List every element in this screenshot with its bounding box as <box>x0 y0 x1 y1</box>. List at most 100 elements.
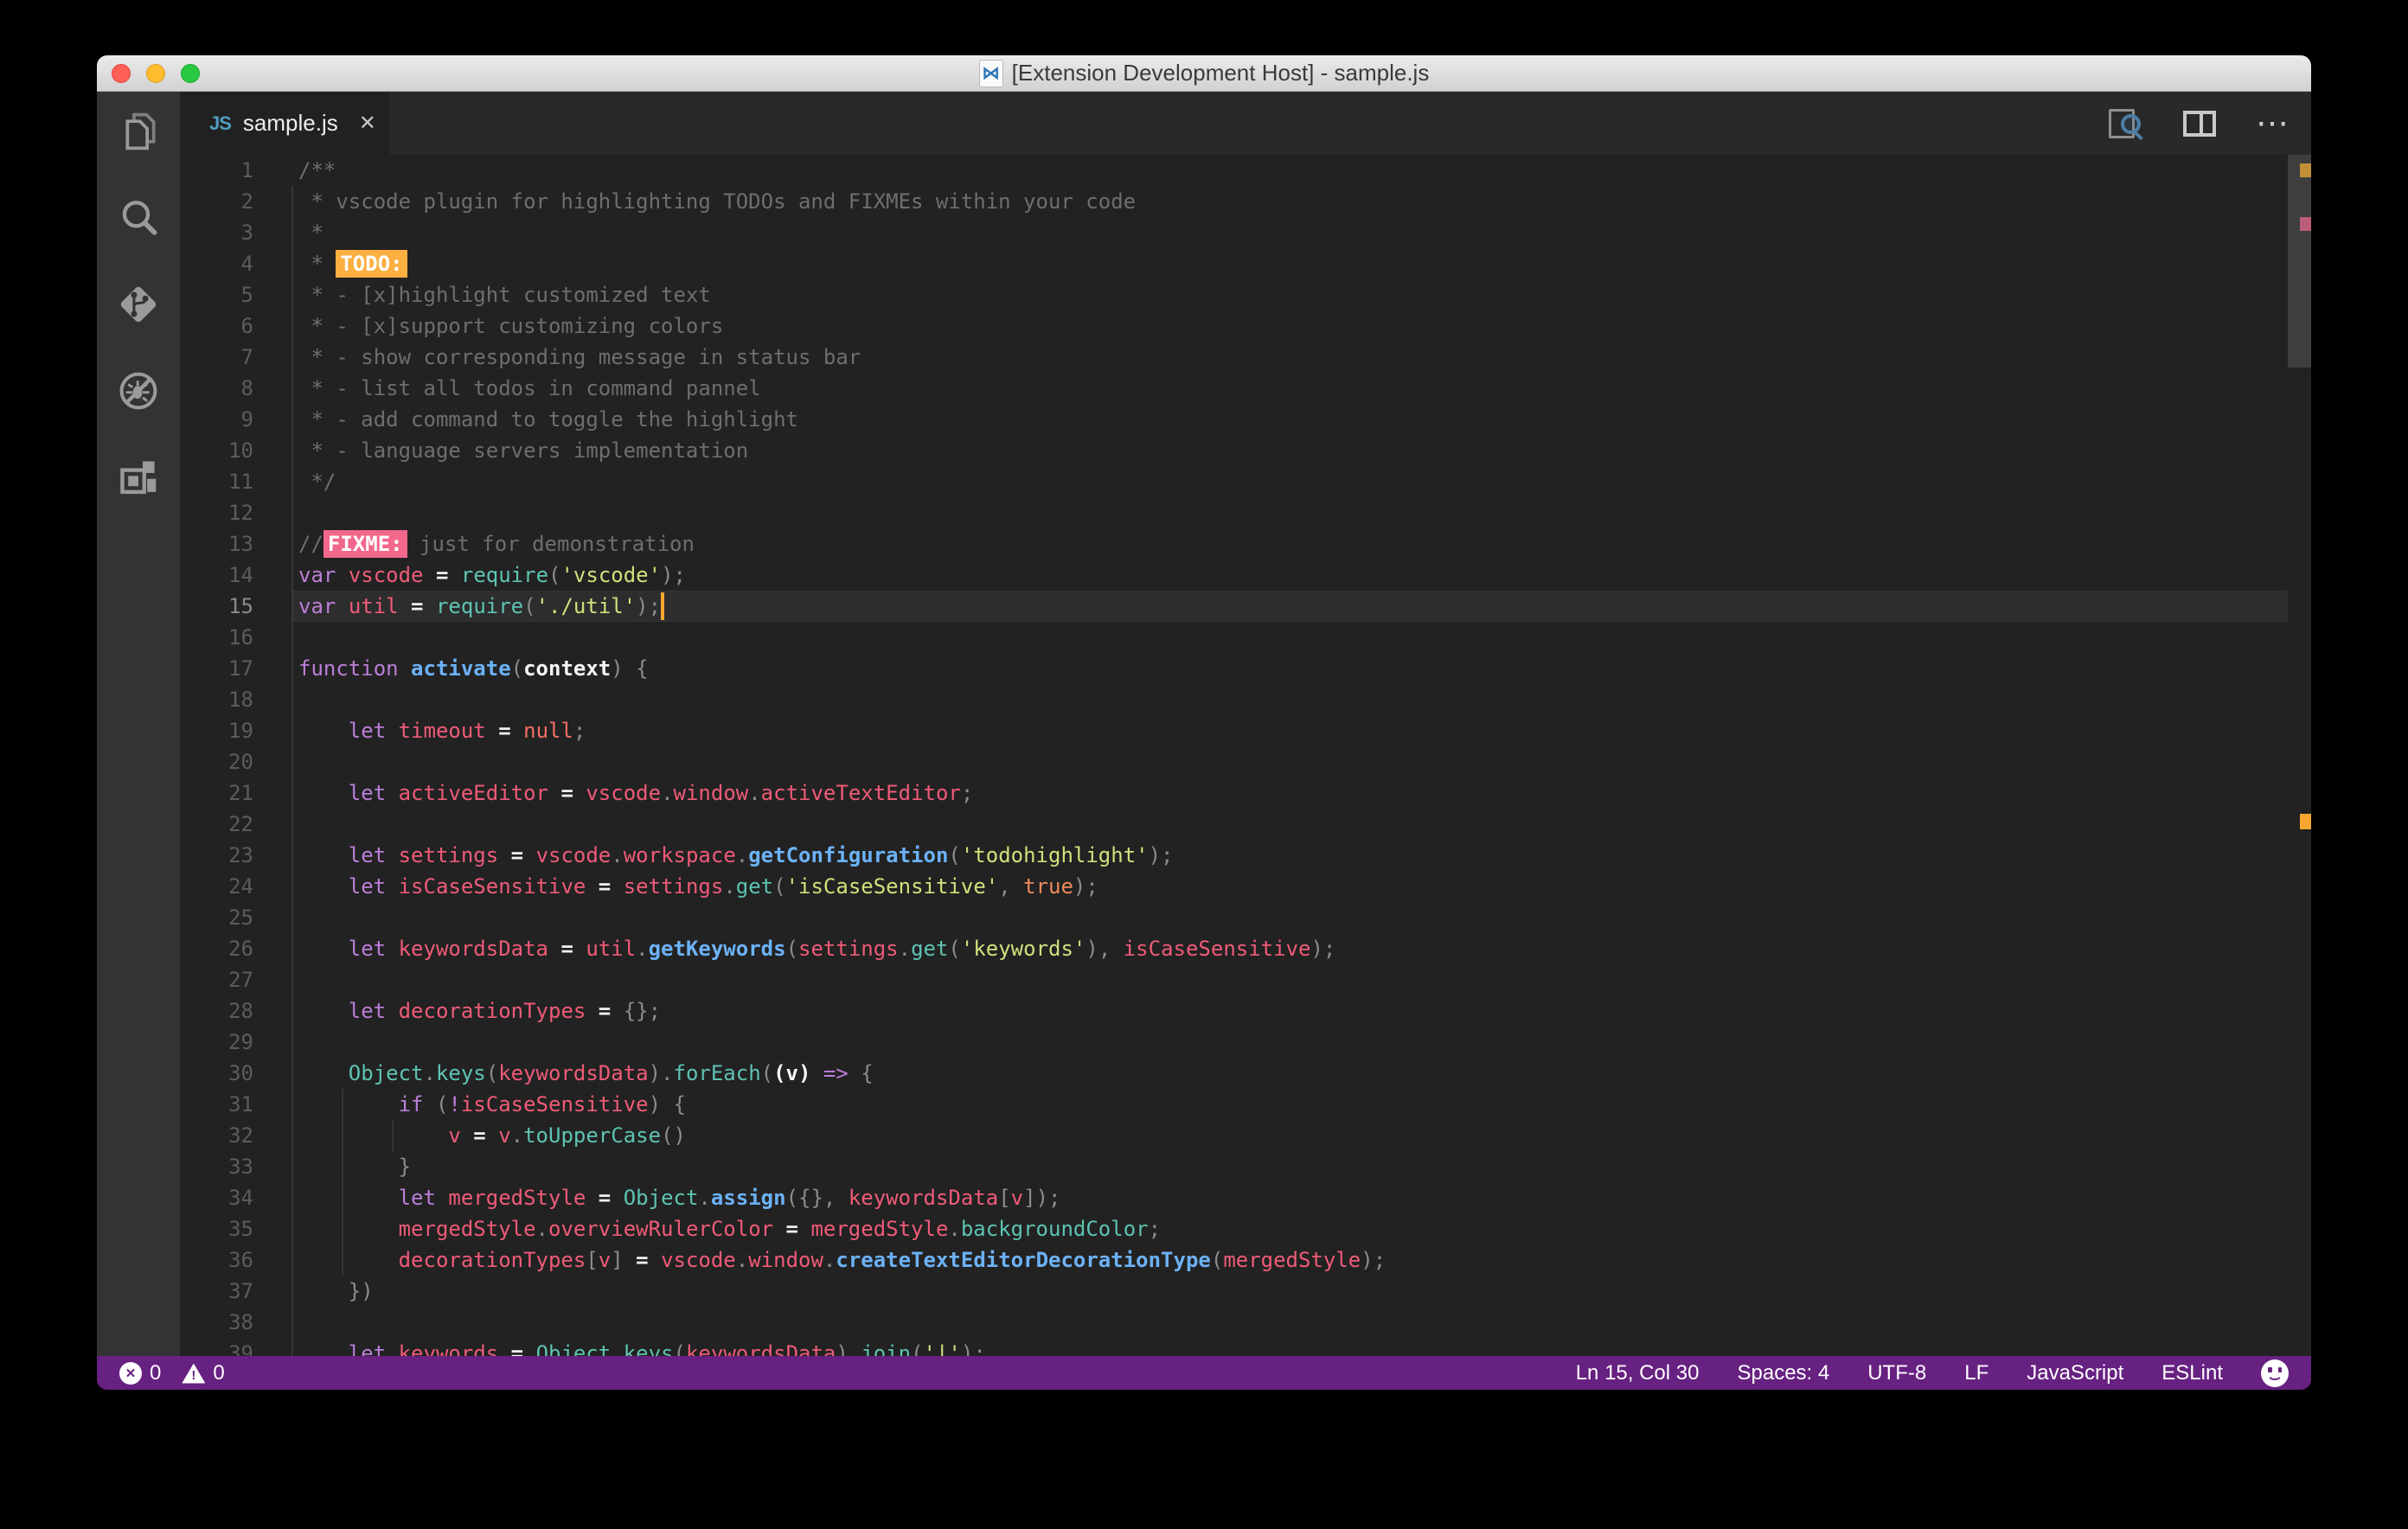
code-line: let timeout = null; <box>348 719 586 743</box>
line-number: 27 <box>228 968 253 992</box>
status-item[interactable]: Spaces: 4 <box>1737 1361 1829 1385</box>
line-number: 2 <box>240 189 253 214</box>
code-line: //FIXME: just for demonstration <box>298 530 695 558</box>
code-line: */ <box>298 470 336 494</box>
editor-actions: ⋯ <box>2107 92 2289 155</box>
code-line: * <box>298 221 323 245</box>
code-line: * vscode plugin for highlighting TODOs a… <box>298 189 1137 214</box>
line-number: 14 <box>228 563 253 587</box>
code-line: let activeEditor = vscode.window.activeT… <box>348 781 974 805</box>
problems-warnings[interactable]: ! 0 <box>182 1361 225 1385</box>
line-number: 23 <box>228 843 253 867</box>
code-line: let keywordsData = util.getKeywords(sett… <box>348 937 1336 961</box>
line-number: 20 <box>228 750 253 774</box>
ruler-fixme-marker <box>2300 217 2311 231</box>
code-line: }) <box>348 1279 374 1303</box>
tab-label: sample.js <box>242 110 338 136</box>
activity-debug[interactable] <box>97 368 180 417</box>
title-bar[interactable]: ⋈ [Extension Development Host] - sample.… <box>97 55 2311 92</box>
status-item[interactable]: ESLint <box>2161 1361 2223 1385</box>
status-item[interactable]: UTF-8 <box>1867 1361 1926 1385</box>
status-item[interactable]: JavaScript <box>2027 1361 2123 1385</box>
minimize-window-button[interactable] <box>146 63 165 83</box>
code-line: * TODO: <box>298 248 2288 279</box>
activity-explorer[interactable] <box>97 109 180 157</box>
activity-extensions[interactable] <box>97 455 180 503</box>
code-line: function activate(context) { <box>298 656 649 681</box>
zoom-window-button[interactable] <box>181 63 200 83</box>
window-title: ⋈ [Extension Development Host] - sample.… <box>978 59 1430 87</box>
line-number: 26 <box>228 937 253 961</box>
code-line: let settings = vscode.workspace.getConfi… <box>348 843 1174 867</box>
line-number: 34 <box>228 1186 253 1210</box>
status-item[interactable]: LF <box>1964 1361 1989 1385</box>
feedback-smiley-icon[interactable] <box>2261 1359 2289 1387</box>
close-window-button[interactable] <box>112 63 131 83</box>
line-number: 22 <box>228 812 253 836</box>
line-number: 4 <box>240 252 253 276</box>
gutter[interactable]: 1 2 3 4 5 6 7 8 9 10 11 12 13 14 15 16 17 18 19 20 21 22 23 24 2… <box>180 155 298 1356</box>
line-number: 12 <box>228 501 253 525</box>
code-editor[interactable]: 1 2 3 4 5 6 7 8 9 10 11 12 13 14 15 16 17 18 19 20 21 22 23 24 2… <box>180 155 2311 1356</box>
status-item[interactable]: Ln 15, Col 30 <box>1576 1361 1700 1385</box>
code-line: var vscode = require('vscode'); <box>298 563 686 587</box>
code-line: var util = require('./util'); <box>298 594 662 618</box>
activity-source-control[interactable] <box>97 282 180 330</box>
tab-bar: JS sample.js ✕ ⋯ <box>180 92 2311 155</box>
error-count: 0 <box>150 1361 162 1385</box>
activity-search[interactable] <box>97 195 180 244</box>
tab-sample-js[interactable]: JS sample.js ✕ <box>180 92 389 155</box>
code-lines[interactable]: /** * vscode plugin for highlighting TOD… <box>291 155 2288 1356</box>
line-number: 17 <box>228 656 253 681</box>
tab-close-icon[interactable]: ✕ <box>359 111 376 136</box>
code-line: let mergedStyle = Object.assign({}, keyw… <box>398 1186 1061 1210</box>
line-number: 31 <box>228 1092 253 1116</box>
line-number: 10 <box>228 438 253 463</box>
code-line: * - add command to toggle the highlight <box>298 407 798 432</box>
debug-bug-icon <box>115 368 162 419</box>
code-line: v = v.toUpperCase() <box>448 1123 686 1148</box>
search-icon <box>115 195 162 246</box>
warning-icon: ! <box>182 1363 206 1384</box>
line-number: 8 <box>240 376 253 400</box>
git-branch-icon <box>115 281 162 332</box>
error-icon: ✕ <box>119 1362 142 1385</box>
code-line: let keywords = Object.keys(keywordsData)… <box>348 1341 986 1356</box>
code-line: let decorationTypes = {}; <box>348 999 662 1023</box>
open-preview-icon[interactable] <box>2107 107 2143 140</box>
window-title-text: [Extension Development Host] - sample.js <box>1011 60 1430 86</box>
overview-ruler[interactable] <box>2288 155 2311 1356</box>
code-line: * - [x]highlight customized text <box>298 283 711 307</box>
scrollbar-slider[interactable] <box>2288 155 2311 368</box>
split-editor-icon[interactable] <box>2183 110 2216 137</box>
text-cursor <box>661 592 665 620</box>
code-line: * - [x]support customizing colors <box>298 314 724 338</box>
line-number: 3 <box>240 221 253 245</box>
line-number: 7 <box>240 345 253 369</box>
line-number: 29 <box>228 1030 253 1054</box>
line-number: 11 <box>228 470 253 494</box>
ruler-todo-marker <box>2300 163 2311 177</box>
code-line: * - show corresponding message in status… <box>298 345 861 369</box>
desktop: ⋈ [Extension Development Host] - sample.… <box>0 0 2408 1529</box>
ruler-cursor-marker <box>2300 814 2311 829</box>
explorer-icon <box>115 108 162 159</box>
code-line: * - list all todos in command pannel <box>298 376 761 400</box>
line-number: 39 <box>228 1341 253 1356</box>
indent-guide <box>291 186 293 1356</box>
line-number: 37 <box>228 1279 253 1303</box>
vscode-window: ⋈ [Extension Development Host] - sample.… <box>97 55 2311 1390</box>
problems-errors[interactable]: ✕ 0 <box>119 1361 161 1385</box>
line-number: 1 <box>240 158 253 182</box>
vscode-logo-icon: ⋈ <box>978 59 1003 87</box>
code-line: mergedStyle.overviewRulerColor = mergedS… <box>398 1217 1162 1241</box>
line-number: 28 <box>228 999 253 1023</box>
more-actions-icon[interactable]: ⋯ <box>2256 107 2289 140</box>
code-line: * - language servers implementation <box>298 438 749 463</box>
code-line: } <box>398 1155 412 1179</box>
code-line: /** <box>298 158 336 182</box>
line-number: 33 <box>228 1155 253 1179</box>
